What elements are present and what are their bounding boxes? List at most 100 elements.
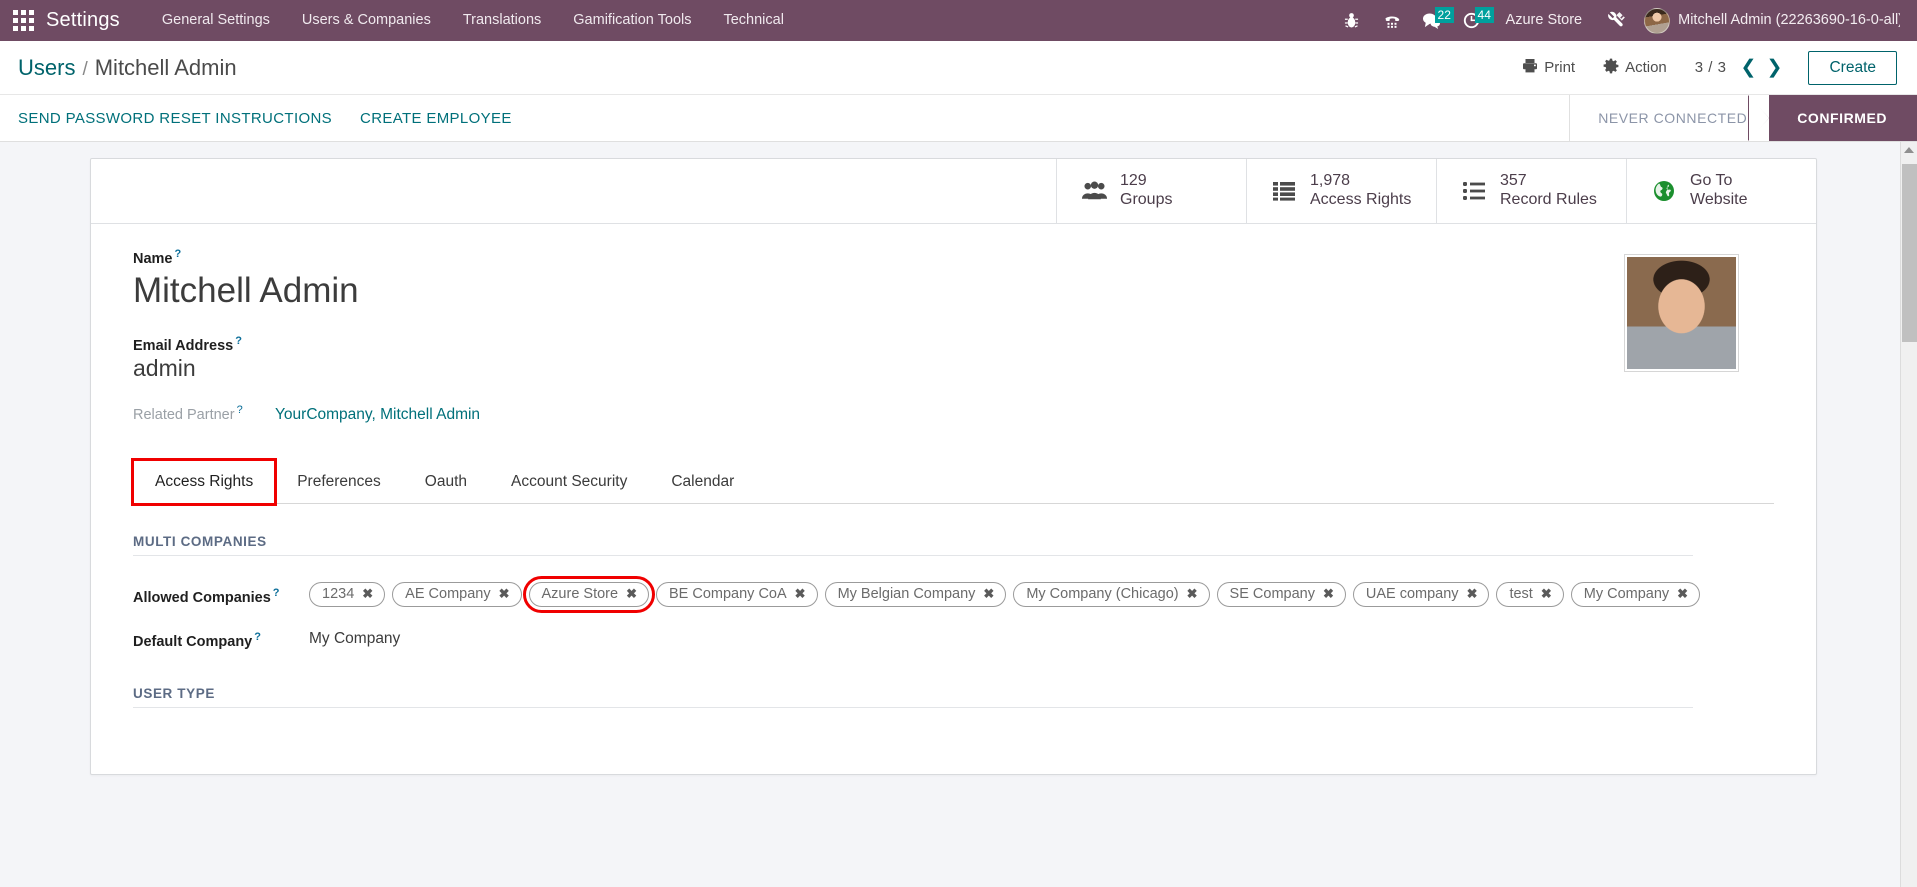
tag-remove-icon[interactable]: ✖ [1541, 586, 1552, 602]
status-bar: NEVER CONNECTED CONFIRMED [1569, 95, 1917, 141]
tag-remove-icon[interactable]: ✖ [795, 586, 806, 602]
menu-gamification-tools[interactable]: Gamification Tools [557, 0, 707, 41]
tag-remove-icon[interactable]: ✖ [626, 586, 637, 602]
chevron-left-icon[interactable]: ❮ [1736, 53, 1760, 83]
tag-remove-icon[interactable]: ✖ [1323, 586, 1334, 602]
tag-label: Azure Store [541, 586, 619, 603]
status-step-confirmed[interactable]: CONFIRMED [1748, 95, 1917, 141]
breadcrumb-users-link[interactable]: Users [18, 55, 75, 81]
tag-remove-icon[interactable]: ✖ [362, 586, 373, 602]
tag-label: test [1509, 586, 1533, 603]
send-password-reset-button[interactable]: SEND PASSWORD RESET INSTRUCTIONS [18, 110, 332, 127]
tag-uae-company[interactable]: UAE company ✖ [1352, 582, 1490, 608]
access-rights-list-icon [1269, 181, 1299, 201]
menu-users-companies[interactable]: Users & Companies [286, 0, 447, 41]
pager-value: 3 / 3 [1694, 59, 1727, 76]
control-panel-scrollbar-cap [1900, 41, 1917, 95]
email-input[interactable]: admin [133, 355, 1624, 382]
vertical-scrollbar[interactable] [1900, 142, 1917, 887]
stat-record-rules-label: Record Rules [1500, 191, 1597, 208]
stat-groups-value: 129 [1120, 172, 1147, 190]
stat-button-go-to-website-text: Go To Website [1690, 172, 1748, 209]
tag-be-company-coa[interactable]: BE Company CoA ✖ [656, 582, 818, 608]
chevron-right-icon[interactable]: ❯ [1762, 53, 1786, 83]
menu-translations[interactable]: Translations [447, 0, 557, 41]
tab-pane-access-rights: MULTI COMPANIES Allowed Companies? 1234 ✖… [133, 504, 1774, 774]
apps-menu-button[interactable] [0, 0, 46, 41]
create-employee-button[interactable]: CREATE EMPLOYEE [360, 110, 512, 127]
tag-my-company[interactable]: My Company ✖ [1570, 582, 1701, 608]
tag-remove-icon[interactable]: ✖ [1187, 586, 1198, 602]
tab-bar: Access Rights Preferences Oauth Account … [130, 458, 1774, 507]
content-area: 129 Groups 1,978 Access Rights 357 Recor… [0, 142, 1917, 887]
create-button[interactable]: Create [1808, 50, 1897, 85]
breadcrumb: Users / Mitchell Admin [18, 55, 237, 81]
tab-account-security[interactable]: Account Security [489, 460, 649, 504]
default-company-label: Default Company? [133, 626, 309, 650]
related-partner-label: Related Partner? [133, 404, 249, 423]
app-brand-settings[interactable]: Settings [46, 9, 146, 32]
form-action-buttons: SEND PASSWORD RESET INSTRUCTIONS CREATE … [0, 95, 512, 141]
default-company-value[interactable]: My Company [309, 626, 400, 648]
tag-test[interactable]: test ✖ [1496, 582, 1564, 608]
form-body: Name? Mitchell Admin Email Address? admi… [91, 224, 1816, 455]
tag-remove-icon[interactable]: ✖ [983, 586, 994, 602]
current-company-label[interactable]: Azure Store [1492, 0, 1597, 41]
stat-button-groups[interactable]: 129 Groups [1056, 159, 1246, 223]
stat-button-record-rules-text: 357 Record Rules [1500, 172, 1597, 209]
tab-access-rights[interactable]: Access Rights [130, 458, 278, 507]
related-partner-value[interactable]: YourCompany, Mitchell Admin [275, 406, 480, 424]
stat-record-rules-value: 357 [1500, 172, 1527, 190]
name-input[interactable]: Mitchell Admin [133, 269, 1624, 313]
allowed-companies-help-icon[interactable]: ? [273, 587, 280, 599]
tag-remove-icon[interactable]: ✖ [499, 586, 510, 602]
tag-remove-icon[interactable]: ✖ [1467, 586, 1478, 602]
related-partner-help-icon[interactable]: ? [237, 404, 243, 416]
breadcrumb-separator: / [82, 58, 88, 80]
status-step-never-connected[interactable]: NEVER CONNECTED [1569, 95, 1770, 141]
form-sheet: 129 Groups 1,978 Access Rights 357 Recor… [90, 158, 1817, 775]
top-navbar: Settings General Settings Users & Compan… [0, 0, 1917, 41]
print-button[interactable]: Print [1508, 51, 1589, 85]
stat-button-go-to-website[interactable]: Go To Website [1626, 159, 1816, 223]
tag-ae-company[interactable]: AE Company ✖ [392, 582, 522, 608]
tab-oauth[interactable]: Oauth [403, 460, 489, 504]
stat-button-access-rights[interactable]: 1,978 Access Rights [1246, 159, 1436, 223]
menu-general-settings[interactable]: General Settings [146, 0, 286, 41]
print-label: Print [1544, 59, 1576, 76]
tag-my-belgian-company[interactable]: My Belgian Company ✖ [824, 582, 1007, 608]
tab-preferences[interactable]: Preferences [275, 460, 403, 504]
activities-clock-icon[interactable]: 44 [1452, 0, 1494, 41]
control-panel-bottom: SEND PASSWORD RESET INSTRUCTIONS CREATE … [0, 94, 1917, 141]
stat-website-label: Website [1690, 191, 1748, 208]
tag-label: My Company (Chicago) [1026, 586, 1179, 603]
user-menu[interactable]: Mitchell Admin (22263690-16-0-all) [1636, 0, 1917, 41]
debug-bug-icon[interactable] [1332, 0, 1372, 41]
messaging-icon[interactable]: 22 [1412, 0, 1454, 41]
tag-azure-store[interactable]: Azure Store ✖ [522, 576, 656, 614]
tag-1234[interactable]: 1234 ✖ [309, 582, 386, 608]
default-company-help-icon[interactable]: ? [254, 631, 261, 643]
action-button[interactable]: Action [1589, 51, 1681, 85]
tag-my-company-chicago[interactable]: My Company (Chicago) ✖ [1013, 582, 1210, 608]
tag-remove-icon[interactable]: ✖ [1677, 586, 1688, 602]
user-photo [1627, 257, 1736, 369]
email-help-icon[interactable]: ? [235, 335, 242, 347]
stat-button-record-rules[interactable]: 357 Record Rules [1436, 159, 1626, 223]
voip-phone-icon[interactable] [1372, 0, 1412, 41]
activities-badge-count: 44 [1474, 7, 1494, 23]
wrench-tools-icon[interactable] [1596, 0, 1636, 41]
tag-se-company[interactable]: SE Company ✖ [1216, 582, 1346, 608]
group-title-multi-companies: MULTI COMPANIES [133, 534, 1693, 557]
stat-button-access-rights-text: 1,978 Access Rights [1310, 172, 1411, 209]
allowed-companies-tags[interactable]: 1234 ✖ AE Company ✖ Azure Store ✖ BE Compan… [309, 576, 1709, 614]
tag-label: My Belgian Company [837, 586, 976, 603]
user-photo-frame[interactable] [1624, 254, 1739, 372]
scroll-up-arrow-icon[interactable] [1904, 147, 1914, 153]
tab-calendar[interactable]: Calendar [649, 460, 756, 504]
gear-icon [1603, 58, 1619, 78]
menu-technical[interactable]: Technical [707, 0, 799, 41]
scrollbar-thumb[interactable] [1902, 164, 1917, 342]
action-label: Action [1625, 59, 1667, 76]
name-help-icon[interactable]: ? [175, 248, 182, 260]
